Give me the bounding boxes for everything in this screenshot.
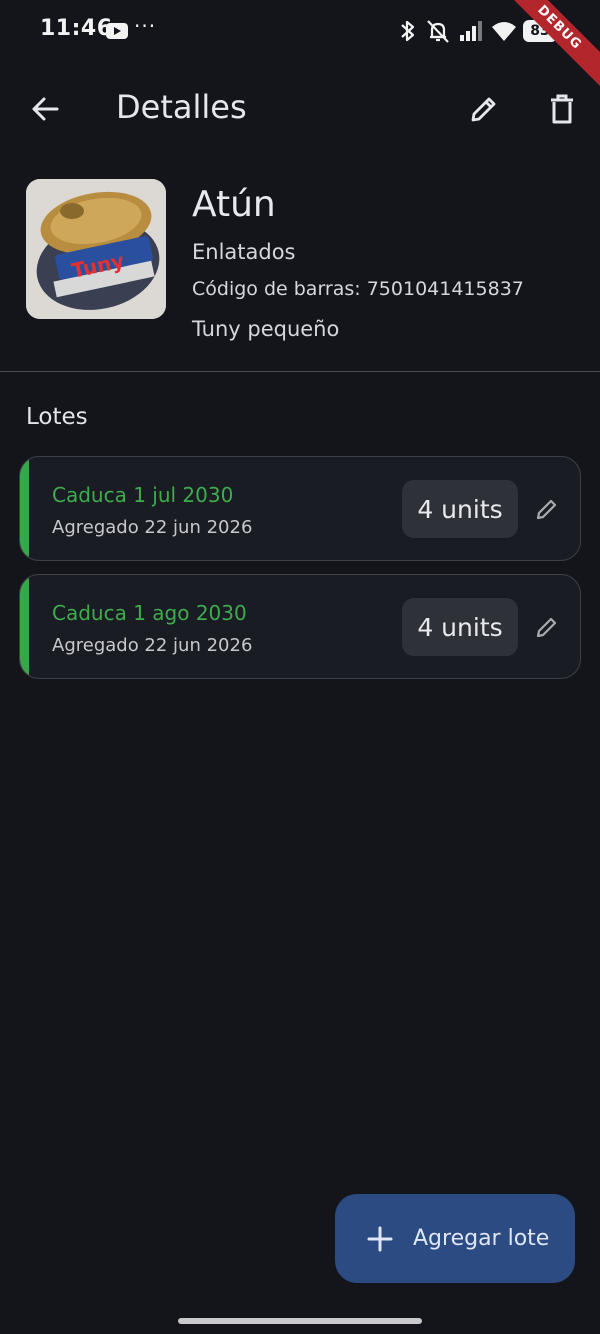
signal-icon xyxy=(460,21,482,41)
lot-quantity-chip[interactable]: 4 units xyxy=(402,598,518,656)
more-icon: ··· xyxy=(134,14,157,38)
lot-status-accent xyxy=(20,575,29,678)
edit-lot-button[interactable] xyxy=(525,487,569,531)
status-time: 11:46 xyxy=(40,16,113,41)
product-name: Atún xyxy=(192,184,276,225)
home-indicator[interactable] xyxy=(178,1318,422,1324)
lot-card[interactable]: Caduca 1 jul 2030 Agregado 22 jun 2026 4… xyxy=(19,456,581,561)
alarm-off-icon xyxy=(427,20,449,43)
wifi-icon xyxy=(492,22,516,41)
lot-added-date: Agregado 22 jun 2026 xyxy=(52,635,253,656)
edit-icon xyxy=(536,617,557,638)
add-lot-label: Agregar lote xyxy=(413,1226,550,1251)
youtube-icon xyxy=(106,23,128,39)
lot-quantity-chip[interactable]: 4 units xyxy=(402,480,518,538)
bluetooth-icon xyxy=(401,20,415,42)
product-details-screen: 11:46 ··· 83 DEBUG Detalles Tuny Atún En… xyxy=(0,0,600,1334)
status-bar: 11:46 ··· 83 xyxy=(0,0,600,64)
lots-section-title: Lotes xyxy=(26,404,88,430)
page-title: Detalles xyxy=(116,88,247,126)
plus-icon xyxy=(365,1224,395,1254)
back-button[interactable] xyxy=(21,85,69,133)
product-image: Tuny xyxy=(26,179,166,319)
lot-expiry-date: Caduca 1 jul 2030 xyxy=(52,483,234,507)
delete-icon xyxy=(551,94,573,124)
divider xyxy=(0,371,600,372)
add-lot-button[interactable]: Agregar lote xyxy=(335,1194,575,1283)
product-barcode: Código de barras: 7501041415837 xyxy=(192,278,524,300)
lot-status-accent xyxy=(20,457,29,560)
lot-expiry-date: Caduca 1 ago 2030 xyxy=(52,601,247,625)
edit-icon xyxy=(471,97,496,122)
lot-added-date: Agregado 22 jun 2026 xyxy=(52,517,253,538)
app-bar: Detalles xyxy=(0,74,600,144)
product-category: Enlatados xyxy=(192,240,296,264)
edit-product-button[interactable] xyxy=(460,85,508,133)
delete-product-button[interactable] xyxy=(538,85,586,133)
back-arrow-icon xyxy=(32,97,59,121)
lot-card[interactable]: Caduca 1 ago 2030 Agregado 22 jun 2026 4… xyxy=(19,574,581,679)
edit-lot-button[interactable] xyxy=(525,605,569,649)
edit-icon xyxy=(536,499,557,520)
product-description: Tuny pequeño xyxy=(192,317,340,341)
